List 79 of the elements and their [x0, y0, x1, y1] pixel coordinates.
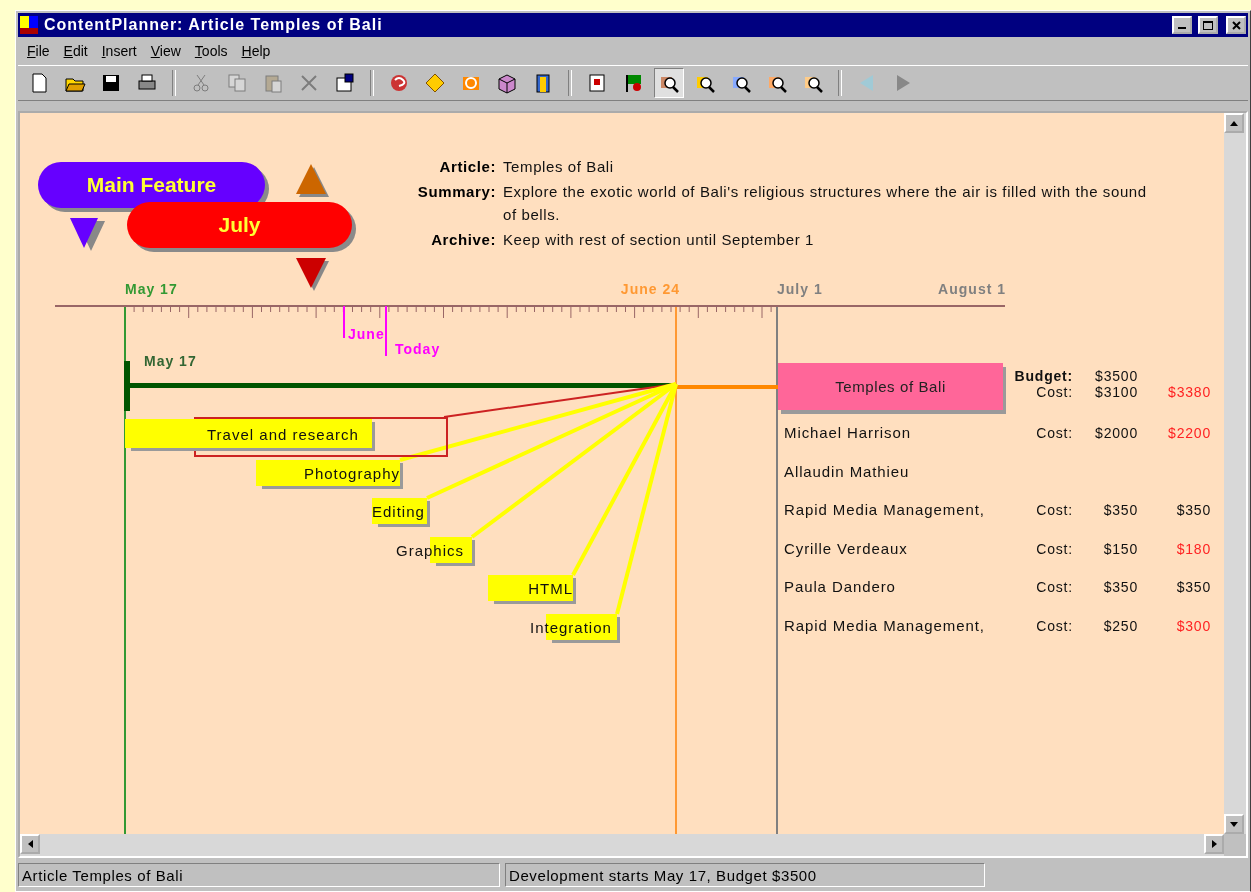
task-bar[interactable]: Photography	[256, 460, 403, 489]
note-icon	[586, 72, 608, 94]
assignee-name: Cyrille Verdeaux	[784, 540, 908, 557]
diamond-icon	[424, 72, 446, 94]
budget-label: Budget:	[1013, 368, 1073, 384]
cost-label: Cost:	[1035, 541, 1073, 557]
cost-label: Cost:	[1035, 502, 1073, 518]
task-bar[interactable]: HTML	[488, 575, 576, 604]
cost-value: $3100	[1094, 384, 1138, 400]
task-bar[interactable]: Travel and research	[125, 419, 375, 451]
cost-label: Cost:	[1035, 618, 1073, 634]
start-label: May 17	[144, 353, 197, 369]
field-label: Article:	[438, 157, 496, 177]
estimate-value: $2200	[1167, 425, 1211, 441]
field-value: Explore the exotic world of Bali's religious structures where the air is filled with the sound of bells.	[503, 182, 1148, 225]
properties-icon	[334, 72, 356, 94]
marker-label: Today	[395, 341, 441, 357]
app-icon	[20, 16, 38, 34]
cube-icon	[496, 72, 518, 94]
horizontal-scrollbar[interactable]	[20, 834, 1224, 856]
date-label: May 17	[125, 281, 178, 297]
estimate-value: $300	[1175, 618, 1211, 634]
cost-label: Cost:	[1035, 425, 1073, 441]
marker-label: June	[348, 326, 385, 342]
estimate-value: $350	[1175, 579, 1211, 595]
date-label: August 1	[938, 281, 1006, 297]
maximize-icon	[1203, 20, 1213, 30]
scroll-down-button[interactable]	[1224, 814, 1244, 834]
scroll-up-button[interactable]	[1224, 113, 1244, 133]
cost-value: $150	[1102, 541, 1138, 557]
menu-item[interactable]: Insert	[96, 43, 142, 59]
cost-label: Cost:	[1035, 384, 1073, 400]
down-arrow-icon	[1230, 821, 1238, 827]
menu-item[interactable]: Edit	[58, 43, 93, 59]
minimize-button[interactable]	[1172, 16, 1192, 34]
save-icon	[100, 72, 122, 94]
scroll-right-button[interactable]	[1204, 834, 1224, 854]
task-bar[interactable]: Editing	[372, 498, 430, 527]
assignee-name: Michael Harrison	[784, 424, 911, 441]
menu-item[interactable]: Tools	[189, 43, 233, 59]
estimate-value: $3380	[1167, 384, 1211, 400]
up-arrow-icon	[1230, 120, 1238, 126]
menu-item[interactable]: View	[145, 43, 186, 59]
right-arrow-icon	[1211, 840, 1217, 848]
status-panel: Article Temples of Bali	[18, 863, 500, 887]
cost-value: $350	[1102, 502, 1138, 518]
scroll-left-button[interactable]	[20, 834, 40, 854]
close-icon	[1231, 20, 1241, 30]
cost-value: $350	[1102, 579, 1138, 595]
cost-value: $250	[1102, 618, 1138, 634]
assignee-name: Allaudin Mathieu	[784, 463, 910, 480]
cost-label: Cost:	[1035, 579, 1073, 595]
budget-value: $3500	[1094, 368, 1138, 384]
paste-icon	[262, 72, 284, 94]
cost-value: $2000	[1094, 425, 1138, 441]
status-panel: Development starts May 17, Budget $3500	[505, 863, 985, 887]
menu-item[interactable]: Help	[236, 43, 276, 59]
field-value: Keep with rest of section until September 1	[503, 230, 815, 250]
menu-item[interactable]: File	[22, 43, 55, 59]
assignee-name: Paula Dandero	[784, 578, 896, 595]
magnifier-button[interactable]	[654, 68, 684, 98]
estimate-value: $180	[1175, 541, 1211, 557]
copy-icon	[226, 72, 248, 94]
estimate-value: $350	[1175, 502, 1211, 518]
left-arrow-icon	[27, 840, 33, 848]
cut-icon	[190, 72, 212, 94]
field-value: Temples of Bali	[503, 157, 615, 177]
field-label: Summary:	[416, 182, 496, 202]
date-label: June 24	[620, 281, 680, 297]
swirl-icon	[388, 72, 410, 94]
vertical-scrollbar[interactable]	[1224, 113, 1246, 834]
window-title: ContentPlanner: Article Temples of Bali	[44, 16, 384, 34]
close-button[interactable]	[1226, 16, 1246, 34]
assignee-name: Rapid Media Management,	[784, 501, 985, 518]
maximize-button[interactable]	[1198, 16, 1218, 34]
assignee-name: Rapid Media Management,	[784, 617, 985, 634]
up-triangle-icon[interactable]	[296, 164, 332, 200]
date-label: July 1	[777, 281, 823, 297]
field-label: Archive:	[430, 230, 496, 250]
